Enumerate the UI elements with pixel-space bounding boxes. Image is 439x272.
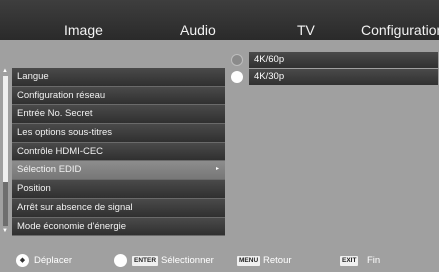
- menu-item-langue[interactable]: Langue: [12, 68, 225, 87]
- edid-options: 4K/60p 4K/30p: [231, 52, 438, 86]
- menu-item-label: Contrôle HDMI-CEC: [17, 145, 104, 157]
- option-4k-60p[interactable]: 4K/60p: [231, 52, 438, 68]
- menu-item-label: Sélection EDID: [17, 164, 82, 176]
- menu-item-controle-hdmi-cec[interactable]: Contrôle HDMI-CEC: [12, 142, 225, 162]
- menu-item-label: Mode économie d'énergie: [17, 220, 127, 232]
- enter-key-badge: ENTER: [132, 256, 159, 266]
- menu-item-label: Langue: [17, 71, 49, 82]
- help-end-label: Fin: [367, 255, 381, 266]
- option-label: 4K/30p: [249, 69, 438, 85]
- menu-item-arret-absence-signal[interactable]: Arrêt sur absence de signal: [12, 198, 225, 218]
- menu-item-mode-economie-energie[interactable]: Mode économie d'énergie: [12, 217, 225, 237]
- settings-screen: Image Audio TV Configuration ▲ ▼ Langue …: [0, 0, 439, 272]
- help-select-label: Sélectionner: [161, 255, 214, 266]
- menu-item-label: Arrêt sur absence de signal: [17, 201, 133, 213]
- tab-tv[interactable]: TV: [297, 22, 315, 38]
- scroll-down-arrow-icon[interactable]: ▼: [2, 228, 8, 234]
- radio-unselected-icon[interactable]: [231, 54, 243, 66]
- tab-image[interactable]: Image: [64, 22, 103, 38]
- tab-configuration[interactable]: Configuration: [361, 22, 439, 38]
- option-label: 4K/60p: [249, 52, 438, 68]
- scrollbar-thumb[interactable]: [3, 76, 8, 182]
- option-4k-30p[interactable]: 4K/30p: [231, 69, 438, 85]
- radio-selected-icon[interactable]: [231, 71, 243, 83]
- help-move-label: Déplacer: [34, 255, 73, 266]
- navigation-arrows-icon: ◆: [16, 254, 29, 267]
- menu-item-configuration-reseau[interactable]: Configuration réseau: [12, 86, 225, 106]
- menu-item-selection-edid[interactable]: Sélection EDID ▸: [12, 161, 225, 181]
- tab-audio[interactable]: Audio: [180, 22, 216, 38]
- menu-item-label: Configuration réseau: [17, 89, 106, 101]
- ok-button-icon: [114, 254, 127, 267]
- menu-item-label: Entrée No. Secret: [17, 108, 93, 120]
- settings-menu: Langue Configuration réseau Entrée No. S…: [12, 68, 225, 237]
- submenu-arrow-icon: ▸: [215, 166, 219, 173]
- tab-bar: Image Audio TV Configuration: [0, 0, 439, 40]
- menu-item-label: Position: [17, 183, 51, 195]
- exit-key-badge: EXIT: [340, 256, 359, 266]
- menu-item-options-sous-titres[interactable]: Les options sous-titres: [12, 124, 225, 143]
- menu-key-badge: MENU: [237, 256, 261, 266]
- menu-item-entree-no-secret[interactable]: Entrée No. Secret: [12, 105, 225, 125]
- help-back-label: Retour: [263, 255, 292, 266]
- menu-item-label: Les options sous-titres: [17, 127, 113, 139]
- menu-item-position[interactable]: Position: [12, 180, 225, 199]
- help-bar: ◆ Déplacer ENTER Sélectionner MENU Retou…: [0, 251, 439, 272]
- scroll-up-arrow-icon[interactable]: ▲: [2, 68, 8, 74]
